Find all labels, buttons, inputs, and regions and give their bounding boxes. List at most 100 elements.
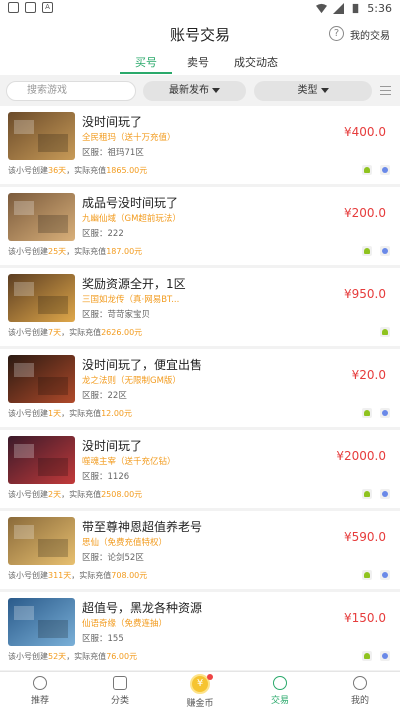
account-info: 该小号创建25天，实际充值187.00元 [8, 246, 142, 257]
nav-label: 我的 [350, 696, 369, 706]
tab-sell[interactable]: 卖号 [172, 54, 224, 74]
price: ¥200.0 [344, 206, 386, 220]
recharge-amount: 708.00元 [111, 571, 148, 580]
price: ¥20.0 [351, 368, 386, 382]
nav-label: 赚金币 [186, 699, 214, 709]
android-icon [380, 327, 390, 337]
android-icon [362, 165, 372, 175]
bottom-nav: 推荐 分类 赚金币 交易 我的 [0, 671, 400, 711]
help-icon[interactable]: ? [329, 26, 344, 41]
info-prefix: 该小号创建 [8, 328, 48, 337]
server-label: 区服：155 [82, 634, 124, 644]
server-label: 区服：1126 [82, 472, 130, 482]
status-bar: A 5:36 [0, 0, 400, 18]
type-label: 类型 [297, 85, 318, 96]
chevron-down-icon [320, 87, 329, 93]
recharge-amount: 76.00元 [106, 652, 138, 661]
listing-title: 没时间玩了 [82, 115, 143, 129]
app-icon [25, 2, 36, 13]
nav-trade[interactable]: 交易 [250, 676, 310, 706]
created-days: 2天 [48, 490, 62, 499]
account-info: 该小号创建2天，实际充值2508.00元 [8, 489, 142, 500]
game-thumbnail [8, 274, 75, 322]
android-icon [362, 408, 372, 418]
account-info: 该小号创建7天，实际充值2626.00元 [8, 327, 142, 338]
info-prefix: 该小号创建 [8, 409, 48, 418]
account-info: 该小号创建52天，实际充值76.00元 [8, 651, 137, 662]
nav-mine[interactable]: 我的 [330, 676, 390, 706]
account-info: 该小号创建36天，实际充值1865.00元 [8, 165, 147, 176]
my-trade-link[interactable]: 我的交易 [350, 27, 390, 42]
game-name: 噬魂主宰（送千充亿钻） [82, 457, 176, 467]
chevron-down-icon [212, 87, 220, 93]
listing-item[interactable]: 没时间玩了，便宜出售 龙之法则（无限制GM版） 区服：22区 ¥20.0 该小号创建1天… [0, 349, 400, 427]
apple-icon [380, 489, 390, 499]
wifi-icon [316, 3, 328, 14]
nav-earn-coins[interactable]: 赚金币 [170, 674, 230, 709]
info-prefix: 该小号创建 [8, 571, 48, 580]
listing-item[interactable]: 没时间玩了 噬魂主宰（送千充亿钻） 区服：1126 ¥2000.0 该小号创建2天，实际… [0, 430, 400, 508]
created-days: 7天 [48, 328, 62, 337]
game-thumbnail [8, 112, 75, 160]
apple-icon [380, 246, 390, 256]
game-thumbnail [8, 517, 75, 565]
listing-item[interactable]: 没时间玩了 全民租玛（送十万充值） 区服：祖玛71区 ¥400.0 该小号创建36天，实… [0, 106, 400, 184]
android-icon [362, 651, 372, 661]
nav-recommend[interactable]: 推荐 [10, 676, 70, 706]
info-mid: ，实际充值 [66, 247, 107, 256]
apple-icon [380, 408, 390, 418]
a-icon: A [42, 2, 53, 13]
listing-item[interactable]: 成品号没时间玩了 九幽仙域（GM超前玩法） 区服：222 ¥200.0 该小号创建25天… [0, 187, 400, 265]
nav-label: 推荐 [30, 696, 49, 706]
account-info: 该小号创建1天，实际充值12.00元 [8, 408, 132, 419]
nav-label: 交易 [270, 696, 289, 706]
game-name: 龙之法则（无限制GM版） [82, 376, 181, 386]
info-mid: ，实际充值 [71, 571, 112, 580]
type-dropdown[interactable]: 类型 [254, 81, 372, 101]
battery-icon [353, 3, 359, 14]
search-input[interactable]: 搜索游戏 [6, 81, 136, 101]
notification-icon [8, 2, 19, 13]
info-mid: ，实际充值 [61, 328, 102, 337]
info-mid: ，实际充值 [66, 166, 107, 175]
sort-dropdown[interactable]: 最新发布 [143, 81, 246, 101]
listing-item[interactable]: 带至尊神恩超值养老号 思仙（免费充值特权） 区服：论剑52区 ¥590.0 该小号创建3… [0, 511, 400, 589]
nav-label: 分类 [110, 696, 129, 706]
listing-item[interactable]: 超值号，黑龙各种资源仙语奇缘（免费连抽） 区服：155 ¥150.0 该小号创建52天… [0, 592, 400, 670]
server-label: 区服：22区 [82, 391, 127, 401]
apple-icon [380, 651, 390, 661]
android-icon [362, 246, 372, 256]
info-prefix: 该小号创建 [8, 490, 48, 499]
listing-title: 超值号，黑龙各种资源 [82, 601, 203, 615]
created-days: 311天 [48, 571, 72, 580]
listing-title: 没时间玩了 [82, 439, 143, 453]
game-name: 九幽仙域（GM超前玩法） [82, 214, 181, 224]
android-icon [362, 570, 372, 580]
user-icon [353, 676, 367, 690]
tab-buy[interactable]: 买号 [120, 54, 172, 74]
game-thumbnail [8, 355, 75, 403]
nav-category[interactable]: 分类 [90, 676, 150, 706]
info-prefix: 该小号创建 [8, 247, 48, 256]
header: 账号交易 ? 我的交易 买号 卖号 成交动态 [0, 18, 400, 75]
game-name: 仙语奇缘（免费连抽） [82, 619, 168, 629]
tab-deals[interactable]: 成交动态 [224, 54, 288, 74]
info-mid: ，实际充值 [61, 490, 102, 499]
recharge-amount: 12.00元 [101, 409, 132, 418]
price: ¥150.0 [344, 611, 386, 625]
recharge-amount: 1865.00元 [106, 166, 148, 175]
account-info: 该小号创建311天，实际充值708.00元 [8, 570, 147, 581]
android-icon [362, 489, 372, 499]
price: ¥590.0 [344, 530, 386, 544]
list-view-icon[interactable] [380, 86, 391, 97]
game-thumbnail [8, 598, 75, 646]
game-thumbnail [8, 193, 75, 241]
recharge-amount: 187.00元 [106, 247, 143, 256]
signal-icon [333, 3, 345, 14]
game-thumbnail [8, 436, 75, 484]
listing-item[interactable]: 奖励资源全开，1区 三国如龙传（真·网易BT... 区服：苛苛家宝贝 ¥950.0 该小… [0, 268, 400, 346]
notification-dot [207, 674, 213, 680]
apple-icon [380, 570, 390, 580]
info-prefix: 该小号创建 [8, 166, 48, 175]
star-circle-icon [33, 676, 47, 690]
